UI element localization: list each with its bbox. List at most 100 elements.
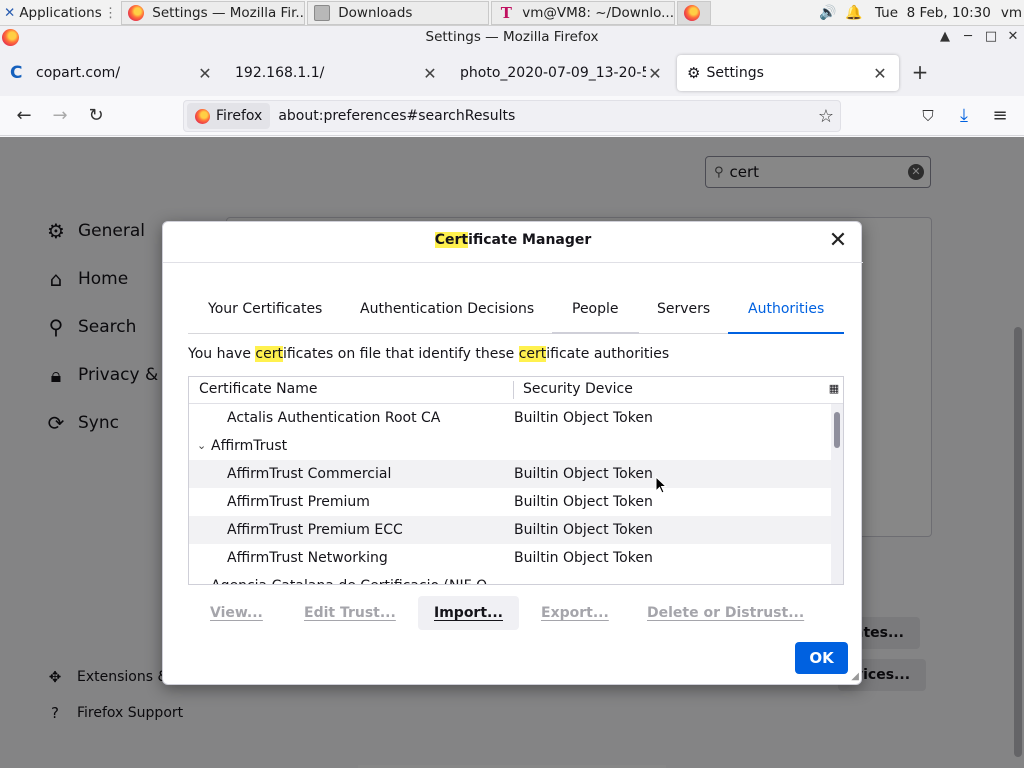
- notification-bell-icon[interactable]: 🔔: [841, 5, 867, 21]
- desc-highlight: cert: [255, 346, 283, 362]
- desc-text: ificates on file that identify these: [282, 346, 519, 362]
- taskbar-item-label: vm@VM8: ~/Downlo...: [522, 4, 674, 21]
- xfce-logo-icon: ✕: [4, 4, 16, 21]
- tree-row[interactable]: AffirmTrust Premium Builtin Object Token: [189, 488, 831, 516]
- back-button[interactable]: ←: [10, 102, 38, 130]
- cert-name: AffirmTrust Premium: [227, 494, 370, 510]
- desc-text: ificate authorities: [546, 346, 670, 362]
- tree-header: Certificate Name Security Device ▦: [189, 377, 843, 404]
- downloads-icon[interactable]: ⤓: [950, 102, 978, 130]
- taskbar-firefox-settings[interactable]: Settings — Mozilla Fir...: [121, 0, 306, 25]
- edit-trust-button[interactable]: Edit Trust...: [288, 596, 412, 630]
- tab-title: photo_2020-07-09_13-20-51: [460, 65, 646, 81]
- tab-copart[interactable]: C copart.com/ ✕: [0, 55, 224, 91]
- cert-device: Builtin Object Token: [514, 466, 653, 482]
- dialog-close-icon[interactable]: ✕: [827, 230, 849, 252]
- firefox-icon: [684, 4, 701, 21]
- certificate-tree[interactable]: Certificate Name Security Device ▦ Actal…: [188, 376, 844, 585]
- tree-group-row[interactable]: ⌄ AffirmTrust: [189, 432, 831, 460]
- group-name: Agencia Catalana de Certificacio (NIF Q.…: [211, 572, 500, 584]
- column-security-device[interactable]: Security Device: [523, 381, 633, 397]
- resize-grip-icon[interactable]: ◢: [851, 671, 859, 682]
- divider: [163, 262, 863, 263]
- dialog-title: Certificate Manager: [163, 232, 863, 248]
- ok-button[interactable]: OK: [795, 642, 848, 674]
- cert-device: Builtin Object Token: [514, 522, 653, 538]
- column-picker-icon[interactable]: ▦: [827, 382, 841, 396]
- pocket-icon[interactable]: ⛉: [914, 102, 942, 130]
- cert-name: Actalis Authentication Root CA: [227, 410, 441, 426]
- url-bar[interactable]: Firefox about:preferences#searchResults …: [183, 100, 841, 132]
- window-titlebar: Settings — Mozilla Firefox ▲ ─ □ ✕: [0, 26, 1024, 48]
- cert-name: AffirmTrust Premium ECC: [227, 522, 403, 538]
- forward-button[interactable]: →: [46, 102, 74, 130]
- tree-row[interactable]: AffirmTrust Networking Builtin Object To…: [189, 544, 831, 572]
- terminal-icon: T: [500, 3, 512, 22]
- taskbar: ✕ Applications ⋮ Settings — Mozilla Fir..…: [0, 0, 1024, 26]
- authorities-description: You have certificates on file that ident…: [188, 346, 669, 362]
- tab-servers[interactable]: Servers: [637, 292, 730, 334]
- tab-close-icon[interactable]: ✕: [421, 64, 439, 83]
- menu-hamburger-icon[interactable]: ≡: [986, 102, 1014, 130]
- tree-scrollbar[interactable]: [831, 404, 843, 584]
- taskbar-item-label: Settings — Mozilla Fir...: [152, 4, 306, 21]
- taskbar-terminal[interactable]: T vm@VM8: ~/Downlo...: [491, 0, 676, 25]
- tab-title: copart.com/: [36, 65, 121, 81]
- cert-name: AffirmTrust Networking: [227, 550, 388, 566]
- view-button[interactable]: View...: [194, 596, 279, 630]
- window-shade-button[interactable]: ▲: [934, 26, 956, 48]
- new-tab-button[interactable]: +: [906, 58, 934, 86]
- desc-highlight: cert: [518, 346, 547, 362]
- volume-icon[interactable]: 🔊: [815, 5, 841, 21]
- tab-settings[interactable]: ⚙ Settings ✕: [677, 55, 899, 91]
- certificate-manager-dialog: Certificate Manager ✕ Your Certificates …: [162, 221, 863, 685]
- bookmark-star-icon[interactable]: ☆: [812, 106, 840, 127]
- tree-group-row[interactable]: Agencia Catalana de Certificacio (NIF Q.…: [189, 572, 831, 584]
- delete-or-distrust-button[interactable]: Delete or Distrust...: [631, 596, 820, 630]
- tab-router[interactable]: 192.168.1.1/ ✕: [225, 55, 449, 91]
- chevron-down-icon[interactable]: ⌄: [197, 432, 206, 460]
- tree-row[interactable]: Actalis Authentication Root CA Builtin O…: [189, 404, 831, 432]
- window-maximize-button[interactable]: □: [980, 26, 1002, 48]
- navigation-toolbar: ← → ↻ Firefox about:preferences#searchRe…: [0, 96, 1024, 136]
- tree-row[interactable]: AffirmTrust Commercial Builtin Object To…: [189, 460, 831, 488]
- cert-device: Builtin Object Token: [514, 550, 653, 566]
- tab-authorities[interactable]: Authorities: [728, 292, 844, 334]
- reload-button[interactable]: ↻: [82, 102, 110, 130]
- tab-your-certificates[interactable]: Your Certificates: [188, 292, 342, 334]
- user-name[interactable]: vm: [1001, 5, 1022, 21]
- certificate-tabs: Your Certificates Authentication Decisio…: [188, 292, 844, 334]
- desc-text: You have: [188, 346, 256, 362]
- cert-name: AffirmTrust Commercial: [227, 466, 392, 482]
- firefox-icon: [128, 4, 145, 21]
- scrollbar-thumb[interactable]: [834, 412, 840, 448]
- window-close-button[interactable]: ✕: [1002, 26, 1024, 48]
- tab-people[interactable]: People: [552, 292, 639, 334]
- cert-device: Builtin Object Token: [514, 494, 653, 510]
- taskbar-downloads[interactable]: Downloads: [307, 0, 490, 25]
- taskbar-item-label: Downloads: [338, 4, 413, 21]
- copart-icon: C: [10, 63, 23, 83]
- firefox-icon: [2, 29, 19, 46]
- tab-close-icon[interactable]: ✕: [646, 64, 664, 83]
- export-button[interactable]: Export...: [525, 596, 625, 630]
- identity-box[interactable]: Firefox: [187, 103, 271, 129]
- url-text[interactable]: about:preferences#searchResults: [278, 108, 812, 124]
- tab-photo[interactable]: photo_2020-07-09_13-20-51 ✕: [450, 55, 674, 91]
- tree-row[interactable]: AffirmTrust Premium ECC Builtin Object T…: [189, 516, 831, 544]
- firefox-icon: [195, 108, 210, 124]
- mouse-cursor-icon: [655, 476, 667, 494]
- window-title: Settings — Mozilla Firefox: [425, 29, 599, 45]
- column-certificate-name[interactable]: Certificate Name: [199, 381, 317, 397]
- taskbar-firefox-2[interactable]: [677, 0, 712, 25]
- tab-close-icon[interactable]: ✕: [196, 64, 214, 83]
- window-minimize-button[interactable]: ─: [957, 26, 979, 48]
- tab-authentication-decisions[interactable]: Authentication Decisions: [340, 292, 554, 334]
- applications-menu[interactable]: ✕ Applications ⋮: [0, 0, 121, 26]
- clock[interactable]: Tue 8 Feb, 10:30: [875, 5, 991, 21]
- title-rest: ificate Manager: [468, 232, 592, 248]
- tab-close-icon[interactable]: ✕: [871, 64, 889, 83]
- column-splitter[interactable]: [513, 381, 514, 399]
- import-button[interactable]: Import...: [418, 596, 519, 630]
- group-name: AffirmTrust: [211, 438, 288, 454]
